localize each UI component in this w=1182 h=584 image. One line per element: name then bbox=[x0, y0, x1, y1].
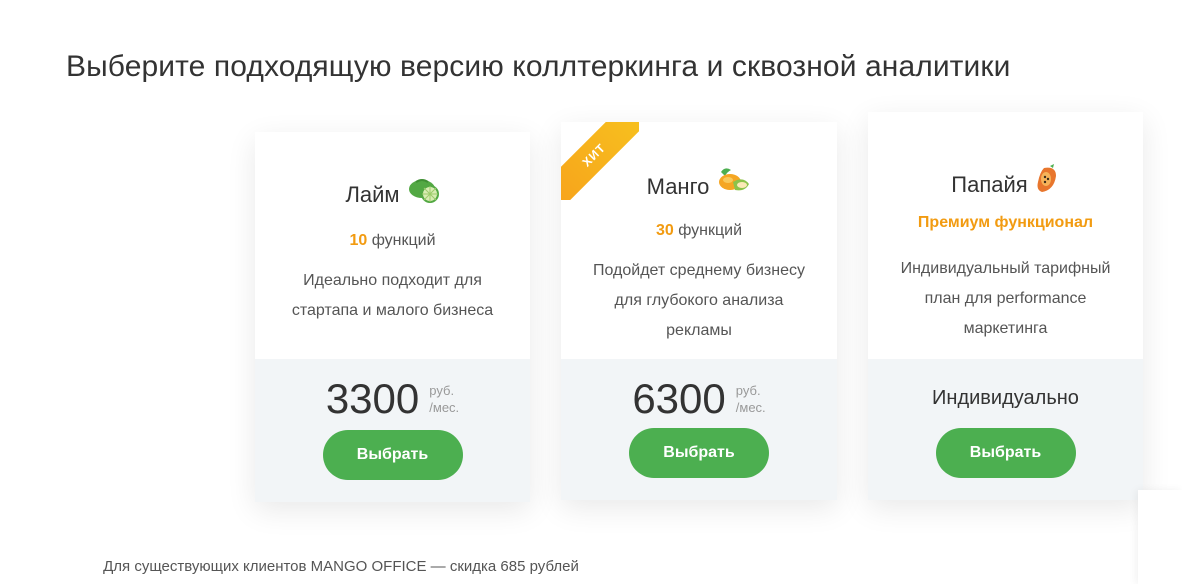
features-label: функций bbox=[371, 232, 436, 249]
papaya-icon bbox=[1034, 164, 1060, 200]
plan-price-area-mango: 6300 руб. /мес. Выбрать bbox=[561, 359, 837, 500]
select-mango-button[interactable]: Выбрать bbox=[629, 428, 769, 478]
plan-card-mango: ХИТ Манго 30 функций Подойдет среднему б… bbox=[561, 122, 837, 500]
price-amount: 3300 bbox=[325, 375, 420, 422]
price-amount: 6300 bbox=[632, 375, 726, 422]
plan-description-papaya: Индивидуальный тарифный план для perform… bbox=[888, 254, 1123, 344]
price-unit: руб. /мес. bbox=[429, 382, 459, 416]
plan-features-papaya: Премиум функционал bbox=[917, 214, 1094, 231]
plan-price-papaya: Индивидуально bbox=[932, 387, 1079, 409]
plan-price-area-papaya: Индивидуально Выбрать bbox=[868, 359, 1143, 500]
price-currency: руб. bbox=[429, 383, 455, 398]
mango-icon bbox=[715, 166, 751, 202]
plan-card-lime-top: Лайм 10 функций Идеально подходит для ст… bbox=[255, 132, 530, 359]
price-period: /мес. bbox=[429, 400, 460, 415]
description-line: маркетинга bbox=[963, 320, 1048, 337]
plan-price-lime: 3300 руб. /мес. bbox=[255, 375, 530, 423]
plan-name-lime-label: Лайм bbox=[345, 182, 400, 207]
plan-features-mango: 30 функций bbox=[561, 222, 837, 240]
plan-price-area-lime: 3300 руб. /мес. Выбрать bbox=[255, 359, 530, 502]
lime-icon bbox=[406, 176, 440, 210]
description-line: рекламы bbox=[666, 322, 732, 339]
plan-card-mango-top: ХИТ Манго 30 функций Подойдет среднему б… bbox=[561, 122, 837, 359]
description-line: для глубокого анализа bbox=[614, 292, 784, 309]
features-label: функций bbox=[678, 222, 743, 239]
description-line: Подойдет среднему бизнесу bbox=[592, 262, 805, 279]
price-unit: руб. /мес. bbox=[736, 382, 766, 416]
plan-card-papaya-top: Папайя Премиум функционал Индивидуальный… bbox=[868, 112, 1143, 359]
select-lime-button[interactable]: Выбрать bbox=[322, 430, 463, 480]
price-currency: руб. bbox=[735, 383, 761, 398]
plan-name-papaya-label: Папайя bbox=[951, 172, 1028, 197]
plan-card-lime: Лайм 10 функций Идеально подходит для ст… bbox=[255, 132, 530, 502]
page-title: Выберите подходящую версию коллтеркинга … bbox=[66, 50, 1011, 83]
plan-features-lime: 10 функций bbox=[255, 232, 530, 250]
plan-description-lime: Идеально подходит для стартапа и малого … bbox=[275, 266, 510, 326]
plan-name-papaya: Папайя bbox=[868, 164, 1143, 200]
plan-price-mango: 6300 руб. /мес. bbox=[561, 375, 837, 423]
description-line: Индивидуальный тарифный bbox=[900, 260, 1111, 277]
features-count: 30 bbox=[655, 222, 674, 239]
plan-name-mango-label: Манго bbox=[646, 174, 710, 199]
plan-name-mango: Манго bbox=[561, 166, 837, 202]
price-period: /мес. bbox=[735, 400, 766, 415]
side-widget-tab[interactable] bbox=[1138, 490, 1182, 584]
plan-description-mango: Подойдет среднему бизнесу для глубокого … bbox=[581, 256, 817, 346]
description-line: план для performance bbox=[924, 290, 1087, 307]
plan-name-lime: Лайм bbox=[255, 176, 530, 210]
features-count: 10 bbox=[349, 232, 368, 249]
select-papaya-button[interactable]: Выбрать bbox=[935, 428, 1076, 478]
existing-clients-note: Для существующих клиентов MANGO OFFICE —… bbox=[103, 558, 579, 575]
plan-card-papaya: Папайя Премиум функционал Индивидуальный… bbox=[868, 112, 1143, 500]
description-line: Идеально подходит для bbox=[303, 272, 482, 289]
description-line: стартапа и малого бизнеса bbox=[291, 302, 494, 319]
